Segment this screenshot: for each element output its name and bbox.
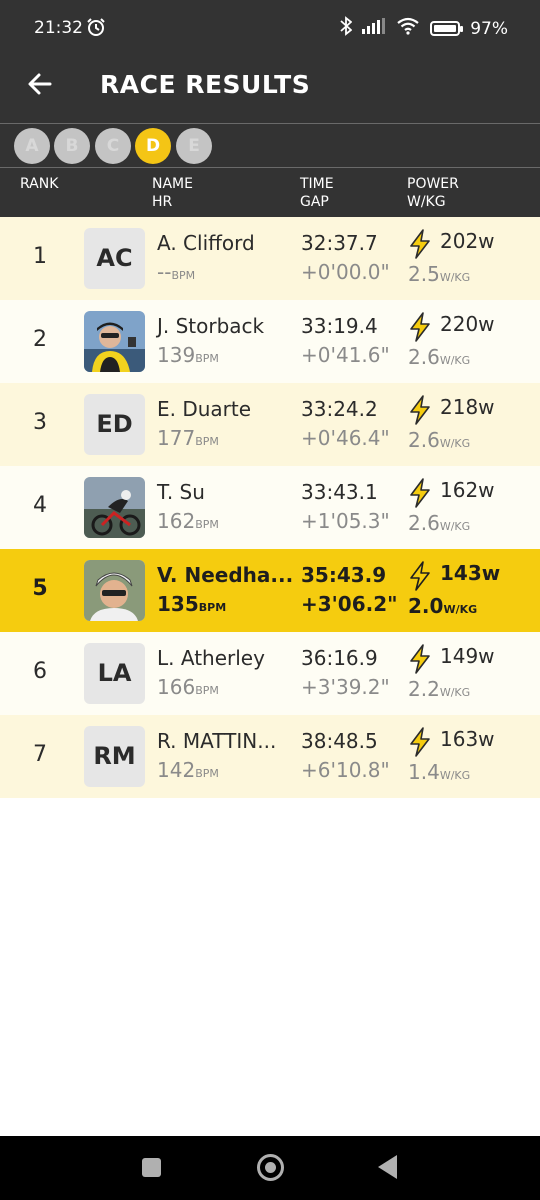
battery-icon <box>430 21 464 36</box>
watts-per-kg: 2.6W/KG <box>408 345 471 369</box>
watts-per-kg: 1.4W/KG <box>408 760 471 784</box>
heart-rate: 142BPM <box>157 758 219 782</box>
rank: 4 <box>33 493 47 518</box>
time-header: TIME <box>300 176 334 192</box>
power-value: 218w <box>440 395 495 419</box>
finish-time: 33:43.1 <box>301 480 378 504</box>
rider-name: R. MATTIN... <box>157 729 277 753</box>
wkg-header: W/KG <box>407 194 446 210</box>
category-b-button[interactable]: B <box>54 128 90 164</box>
lightning-bolt-icon <box>408 229 432 259</box>
wifi-icon <box>396 17 420 40</box>
category-filter: A B C D E <box>0 124 540 168</box>
signal-icon <box>362 18 386 39</box>
result-row-current-user[interactable]: 5 V. Needha... 135BPM 35:43.9 +3'06.2" 1… <box>0 549 540 632</box>
watts-per-kg: 2.0W/KG <box>408 594 478 618</box>
watts-per-kg: 2.6W/KG <box>408 511 471 535</box>
category-e-button[interactable]: E <box>176 128 212 164</box>
rider-name: A. Clifford <box>157 231 255 255</box>
lightning-bolt-icon <box>408 395 432 425</box>
watts-per-kg: 2.2W/KG <box>408 677 471 701</box>
result-row[interactable]: 4 T. Su 162BPM 33:43.1 +1'05.3" 162w 2.6… <box>0 466 540 549</box>
power-value: 202w <box>440 229 495 253</box>
result-row[interactable]: 2 J. Storback 139BPM 33:19.4 +0'41.6" 22… <box>0 300 540 383</box>
rank: 3 <box>33 410 47 435</box>
lightning-bolt-icon <box>408 312 432 342</box>
gap-header: GAP <box>300 194 329 210</box>
rank: 1 <box>33 244 47 269</box>
finish-time: 36:16.9 <box>301 646 378 670</box>
clock: 21:32 <box>34 18 83 38</box>
finish-time: 38:48.5 <box>301 729 378 753</box>
hr-header: HR <box>152 194 173 210</box>
rider-name: E. Duarte <box>157 397 252 421</box>
back-arrow-icon[interactable] <box>24 68 56 100</box>
finish-time: 33:19.4 <box>301 314 378 338</box>
rank-header: RANK <box>20 176 59 192</box>
finish-time: 32:37.7 <box>301 231 378 255</box>
avatar-initials: AC <box>84 228 145 289</box>
result-row[interactable]: 6 LA L. Atherley 166BPM 36:16.9 +3'39.2"… <box>0 632 540 715</box>
category-d-button[interactable]: D <box>135 128 171 164</box>
avatar-initials: LA <box>84 643 145 704</box>
column-headers: RANK NAME HR TIME GAP POWER W/KG <box>0 168 540 217</box>
power-value: 162w <box>440 478 495 502</box>
category-a-button[interactable]: A <box>14 128 50 164</box>
power-value: 163w <box>440 727 495 751</box>
time-gap: +0'46.4" <box>301 426 390 450</box>
heart-rate: 139BPM <box>157 343 219 367</box>
time-gap: +0'41.6" <box>301 343 390 367</box>
result-row[interactable]: 3 ED E. Duarte 177BPM 33:24.2 +0'46.4" 2… <box>0 383 540 466</box>
time-gap: +3'06.2" <box>301 592 398 616</box>
finish-time: 33:24.2 <box>301 397 378 421</box>
avatar-initials: ED <box>84 394 145 455</box>
avatar-photo <box>84 477 145 538</box>
back-button[interactable] <box>378 1155 397 1179</box>
rank: 6 <box>33 659 47 684</box>
recents-button[interactable] <box>142 1158 161 1177</box>
heart-rate: 177BPM <box>157 426 219 450</box>
power-header: POWER <box>407 176 459 192</box>
avatar-initials: RM <box>84 726 145 787</box>
watts-per-kg: 2.5W/KG <box>408 262 471 286</box>
rank: 7 <box>33 742 47 767</box>
lightning-bolt-icon <box>408 727 432 757</box>
name-header: NAME <box>152 176 193 192</box>
category-c-button[interactable]: C <box>95 128 131 164</box>
finish-time: 35:43.9 <box>301 563 387 587</box>
avatar-photo <box>84 560 145 621</box>
rider-name: T. Su <box>157 480 205 504</box>
time-gap: +3'39.2" <box>301 675 390 699</box>
home-button[interactable] <box>257 1154 284 1181</box>
status-bar: 21:32 97% <box>0 0 540 48</box>
lightning-bolt-icon <box>408 478 432 508</box>
rider-name: V. Needha... <box>157 563 294 587</box>
bluetooth-icon <box>340 16 353 41</box>
watts-per-kg: 2.6W/KG <box>408 428 471 452</box>
heart-rate: 162BPM <box>157 509 219 533</box>
heart-rate: 135BPM <box>157 592 227 616</box>
lightning-bolt-icon <box>408 561 432 591</box>
power-value: 220w <box>440 312 495 336</box>
heart-rate: 166BPM <box>157 675 219 699</box>
battery-percent: 97% <box>470 18 508 39</box>
power-value: 143w <box>440 561 501 585</box>
time-gap: +1'05.3" <box>301 509 390 533</box>
avatar-photo <box>84 311 145 372</box>
system-nav-bar <box>0 1136 540 1200</box>
rider-name: L. Atherley <box>157 646 265 670</box>
time-gap: +0'00.0" <box>301 260 390 284</box>
app-header: RACE RESULTS <box>0 48 540 124</box>
time-gap: +6'10.8" <box>301 758 390 782</box>
lightning-bolt-icon <box>408 644 432 674</box>
page-title: RACE RESULTS <box>100 70 311 99</box>
power-value: 149w <box>440 644 495 668</box>
rider-name: J. Storback <box>157 314 265 338</box>
rank: 5 <box>32 576 48 601</box>
heart-rate: --BPM <box>157 260 196 284</box>
result-row[interactable]: 1 AC A. Clifford --BPM 32:37.7 +0'00.0" … <box>0 217 540 300</box>
rank: 2 <box>33 327 47 352</box>
alarm-icon <box>86 17 106 42</box>
result-row[interactable]: 7 RM R. MATTIN... 142BPM 38:48.5 +6'10.8… <box>0 715 540 798</box>
